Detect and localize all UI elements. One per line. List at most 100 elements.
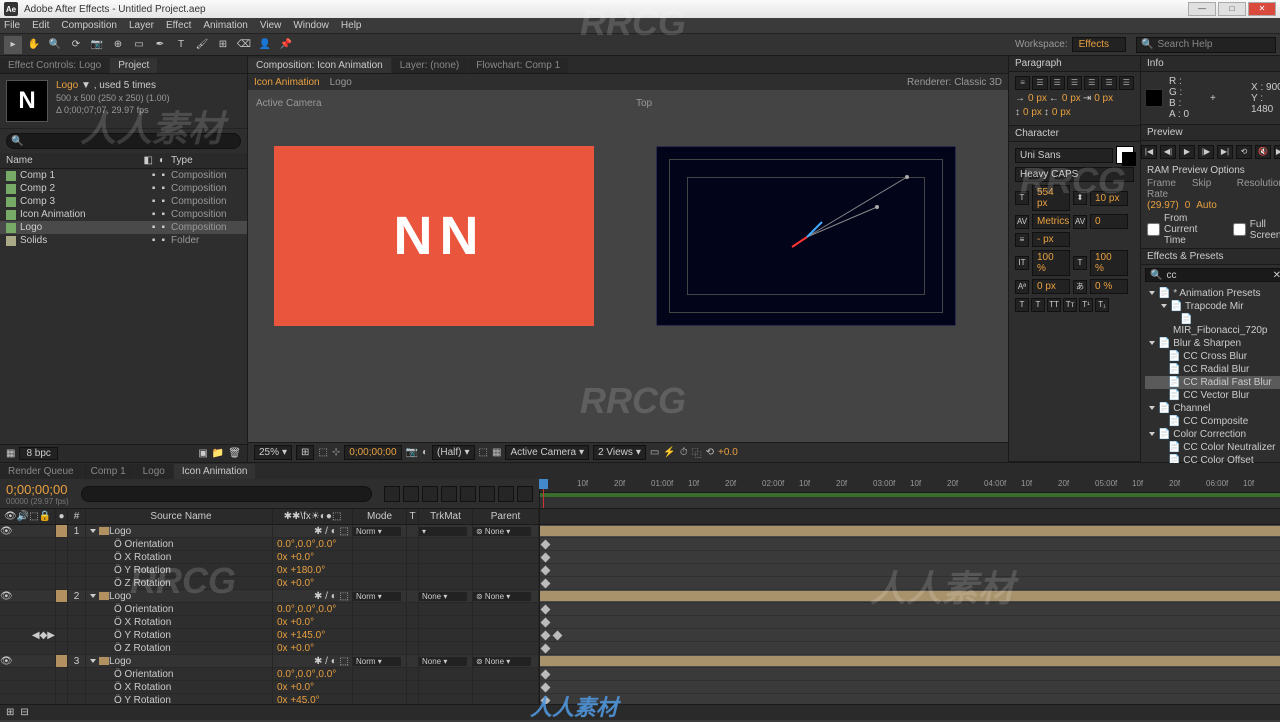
vscale-input[interactable]: 100 % [1032, 250, 1070, 276]
align-center-button[interactable]: ☰ [1032, 76, 1047, 90]
project-item[interactable]: Solids▪▪Folder [0, 234, 247, 247]
effects-tree-item[interactable]: 📄 CC Color Neutralizer [1145, 441, 1280, 454]
menu-composition[interactable]: Composition [61, 20, 117, 31]
project-search[interactable]: 🔍 [6, 133, 241, 149]
close-button[interactable]: ✕ [1248, 2, 1276, 16]
menu-window[interactable]: Window [293, 20, 329, 31]
search-help-input[interactable]: 🔍 Search Help [1136, 37, 1276, 53]
first-frame-button[interactable]: |◀ [1141, 145, 1157, 159]
effects-tree-item[interactable]: 📄 CC Vector Blur [1145, 389, 1280, 402]
new-comp-icon[interactable]: ▣ [198, 448, 207, 459]
pan-behind-tool[interactable]: ⊕ [109, 36, 127, 54]
timeline-property-row[interactable]: Ö Orientation0.0°,0.0°,0.0° [0, 603, 1280, 616]
all-caps-button[interactable]: TT [1047, 298, 1061, 312]
effects-tree-item[interactable]: 📄 MIR_Fibonacci_720p [1145, 313, 1280, 337]
effects-tree-item[interactable]: 📄 CC Radial Blur [1145, 363, 1280, 376]
menu-layer[interactable]: Layer [129, 20, 154, 31]
current-time[interactable]: 0;00;00;00 [344, 445, 401, 460]
timeline-property-row[interactable]: ◀◆▶Ö Y Rotation0x +145.0° [0, 629, 1280, 642]
menu-edit[interactable]: Edit [32, 20, 49, 31]
font-style-dropdown[interactable]: Heavy CAPS [1015, 167, 1134, 182]
pen-tool[interactable]: ✒ [151, 36, 169, 54]
res-grid-icon[interactable]: ⊞ [296, 445, 314, 460]
breadcrumb[interactable]: Logo [330, 77, 352, 88]
project-item[interactable]: Icon Animation▪▪Composition [0, 208, 247, 221]
project-item[interactable]: Comp 3▪▪Composition [0, 195, 247, 208]
workspace-dropdown[interactable]: Effects [1072, 37, 1126, 52]
camera-dropdown[interactable]: Active Camera ▾ [505, 445, 589, 460]
guides-icon[interactable]: ⊹ [332, 447, 340, 458]
interpret-icon[interactable]: ▦ [6, 448, 15, 459]
leading-input[interactable]: 10 px [1090, 191, 1128, 206]
hscale-input[interactable]: 100 % [1090, 250, 1128, 276]
effects-tree-item[interactable]: 📄 Channel [1145, 402, 1280, 415]
align-right-button[interactable]: ☰ [1050, 76, 1065, 90]
timeline-property-row[interactable]: Ö Orientation0.0°,0.0°,0.0° [0, 538, 1280, 551]
faux-bold-button[interactable]: T [1015, 298, 1029, 312]
font-dropdown[interactable]: Uni Sans [1015, 148, 1113, 163]
roto-tool[interactable]: 👤 [256, 36, 274, 54]
pixel-aspect-icon[interactable]: ▭ [650, 447, 659, 458]
timeline-property-row[interactable]: Ö Y Rotation0x +45.0° [0, 694, 1280, 704]
faux-italic-button[interactable]: T [1031, 298, 1045, 312]
menu-animation[interactable]: Animation [203, 20, 247, 31]
play-button[interactable]: ▶ [1179, 145, 1195, 159]
tracking-input[interactable]: 0 [1090, 214, 1128, 229]
stroke-input[interactable]: - px [1032, 232, 1070, 247]
renderer-label[interactable]: Renderer: Classic 3D [907, 77, 1002, 88]
timeline-property-row[interactable]: Ö X Rotation0x +0.0° [0, 551, 1280, 564]
comp-tab[interactable]: Flowchart: Comp 1 [468, 58, 568, 73]
timecode[interactable]: 0;00;00;00 [6, 482, 69, 497]
full-screen-checkbox[interactable] [1233, 223, 1246, 236]
mute-button[interactable]: 🔇 [1255, 145, 1271, 159]
timeline-layer-row[interactable]: 👁1Logo✱ / ◐ ⬚Norm ▾ ▾⊚ None ▾ [0, 525, 1280, 538]
tsume-input[interactable]: 0 % [1090, 279, 1128, 294]
timeline-property-row[interactable]: Ö Z Rotation0x +0.0° [0, 577, 1280, 590]
menu-view[interactable]: View [260, 20, 282, 31]
project-item[interactable]: Logo▪▪Composition [0, 221, 247, 234]
menu-effect[interactable]: Effect [166, 20, 191, 31]
timeline-tab[interactable]: Comp 1 [83, 464, 134, 479]
exposure-value[interactable]: +0.0 [718, 447, 738, 458]
timeline-layer-row[interactable]: 👁2Logo✱ / ◐ ⬚Norm ▾None ▾⊚ None ▾ [0, 590, 1280, 603]
auto-keyframe-button[interactable] [498, 486, 514, 502]
timeline-icon[interactable]: ⏱ [680, 447, 688, 458]
graph-editor-button[interactable] [517, 486, 533, 502]
maximize-button[interactable]: □ [1218, 2, 1246, 16]
shape-tool[interactable]: ▭ [130, 36, 148, 54]
superscript-button[interactable]: T¹ [1079, 298, 1093, 312]
channel-icon[interactable]: ◐ [422, 447, 428, 458]
timeline-property-row[interactable]: Ö Orientation0.0°,0.0°,0.0° [0, 668, 1280, 681]
clone-tool[interactable]: ⊞ [214, 36, 232, 54]
from-current-checkbox[interactable] [1147, 223, 1160, 236]
toggle-modes-icon[interactable]: ⊟ [20, 707, 28, 718]
views-dropdown[interactable]: 2 Views ▾ [593, 445, 646, 460]
subscript-button[interactable]: T₁ [1095, 298, 1109, 312]
timeline-layer-row[interactable]: 👁3Logo✱ / ◐ ⬚Norm ▾None ▾⊚ None ▾ [0, 655, 1280, 668]
draft-3d-button[interactable] [403, 486, 419, 502]
justify-right-button[interactable]: ☰ [1101, 76, 1116, 90]
breadcrumb[interactable]: Icon Animation [254, 77, 320, 88]
motion-blur-button[interactable] [460, 486, 476, 502]
menu-file[interactable]: File [4, 20, 20, 31]
comp-tab[interactable]: Layer: (none) [392, 58, 467, 73]
effects-tree-item[interactable]: 📄 CC Composite [1145, 415, 1280, 428]
brush-tool[interactable]: 🖌 [193, 36, 211, 54]
project-tab[interactable]: Project [110, 58, 157, 73]
effects-tree-item[interactable]: 📄 CC Radial Fast Blur [1145, 376, 1280, 389]
flowchart-icon[interactable]: ⿻ [692, 445, 702, 460]
eraser-tool[interactable]: ⌫ [235, 36, 253, 54]
snapshot-icon[interactable]: 📷 [406, 447, 418, 458]
effects-tree-item[interactable]: 📄 Trapcode Mir [1145, 300, 1280, 313]
timeline-tab[interactable]: Render Queue [0, 464, 82, 479]
baseline-input[interactable]: 0 px [1032, 279, 1070, 294]
zoom-tool[interactable]: 🔍 [46, 36, 64, 54]
transparency-icon[interactable]: ▦ [492, 447, 501, 458]
selection-tool[interactable]: ▸ [4, 36, 22, 54]
bpc-button[interactable]: 8 bpc [19, 447, 57, 460]
viewport-top[interactable]: Top [634, 96, 1002, 436]
new-folder-icon[interactable]: 📁 [212, 448, 224, 459]
timeline-property-row[interactable]: Ö Y Rotation0x +180.0° [0, 564, 1280, 577]
justify-all-button[interactable]: ☰ [1119, 76, 1134, 90]
justify-center-button[interactable]: ☰ [1084, 76, 1099, 90]
